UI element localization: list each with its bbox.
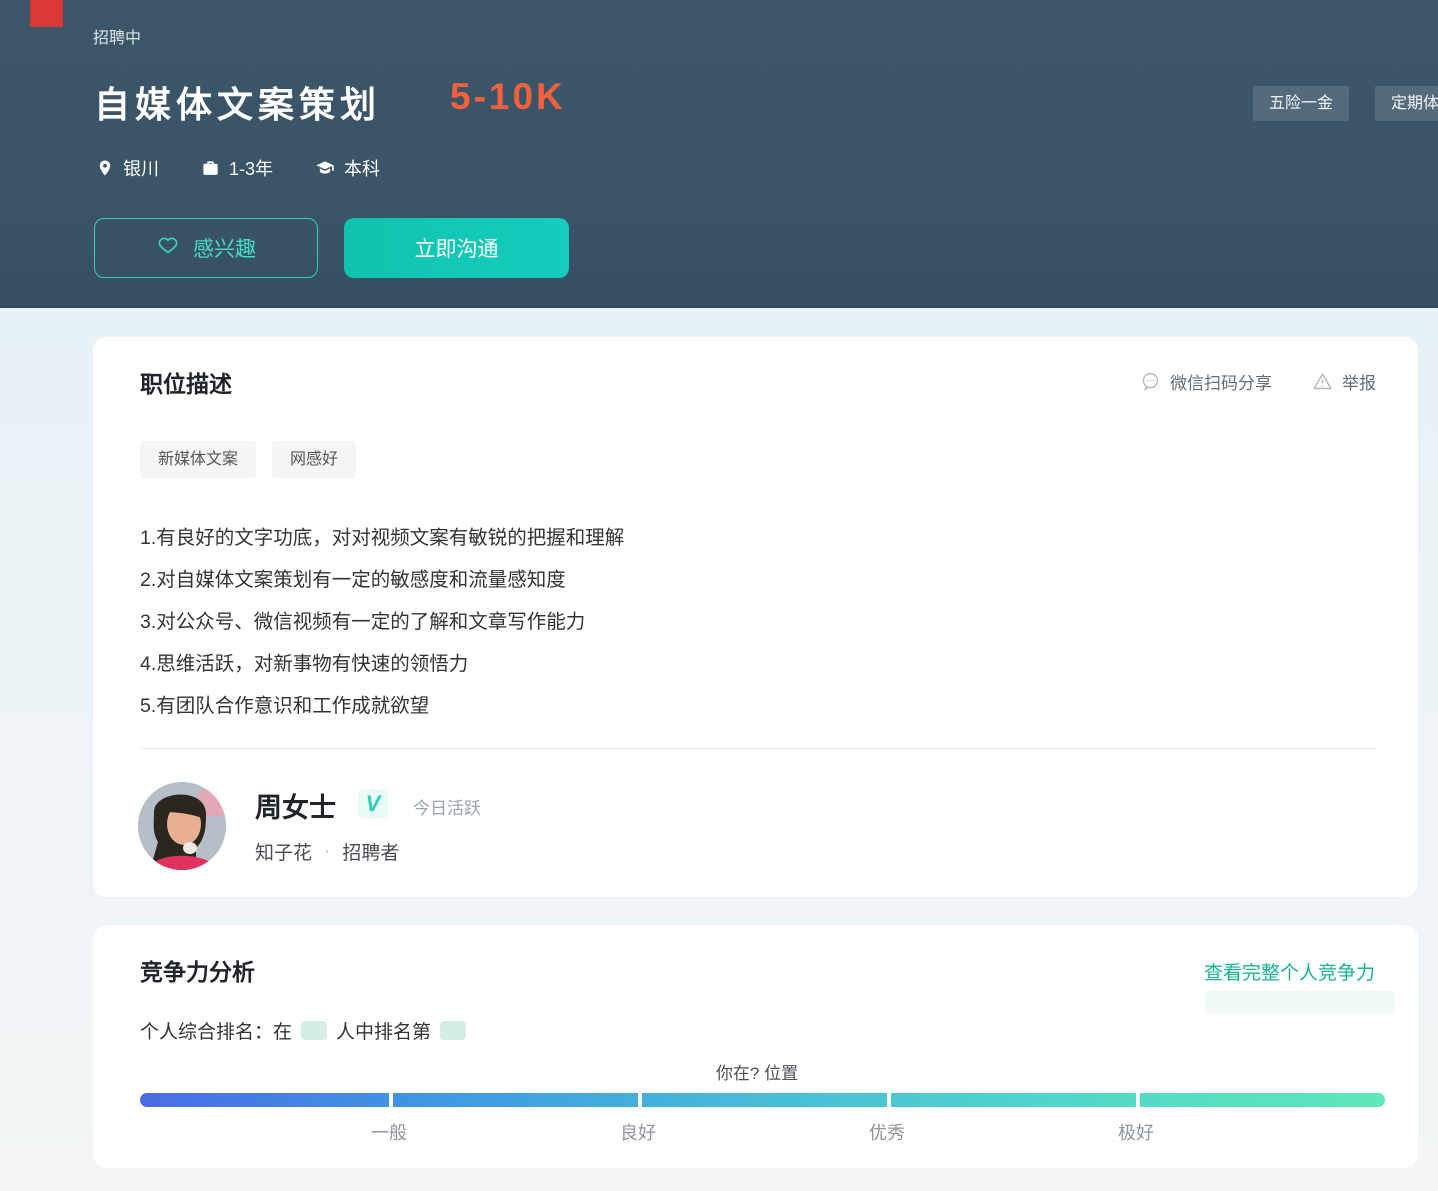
ranking-prefix: 个人综合排名：在 [140, 1017, 292, 1044]
blurred-total-value [301, 1021, 327, 1040]
scale-label: 极好 [1118, 1119, 1154, 1145]
job-description-line: 2.对自媒体文案策划有一定的敏感度和流量感知度 [140, 559, 1290, 601]
recruiter-avatar[interactable] [138, 782, 226, 870]
report-label: 举报 [1342, 369, 1376, 394]
job-description-line: 4.思维活跃，对新事物有快速的领悟力 [140, 643, 1290, 685]
job-detail-page: 招聘中 自媒体文案策划 5-10K 银川 1-3年 本科 [0, 0, 1438, 1191]
your-position-label: 你在? 位置 [716, 1059, 798, 1084]
job-meta-row: 银川 1-3年 本科 [96, 155, 380, 181]
job-description-line: 1.有良好的文字功底，对对视频文案有敏锐的把握和理解 [140, 517, 1290, 559]
education-label: 本科 [344, 155, 380, 181]
recruiter-name: 周女士 [255, 786, 336, 825]
scale-label: 良好 [620, 1119, 656, 1145]
job-skill-tags: 新媒体文案网感好 [140, 441, 356, 478]
bar-gap [638, 1093, 642, 1107]
interested-label: 感兴趣 [193, 233, 256, 263]
warning-triangle-icon [1312, 371, 1333, 392]
chat-now-button[interactable]: 立即沟通 [344, 218, 569, 278]
card-actions: 微信扫码分享 举报 [1140, 369, 1376, 394]
job-title: 自媒体文案策划 [94, 76, 381, 128]
scale-label: 优秀 [869, 1119, 905, 1145]
job-description-title: 职位描述 [140, 365, 232, 399]
bar-gap [1136, 1093, 1140, 1107]
action-buttons: 感兴趣 立即沟通 [94, 218, 569, 278]
blurred-rank-value [440, 1021, 466, 1040]
job-skill-tag: 新媒体文案 [140, 441, 256, 478]
report-button[interactable]: 举报 [1312, 369, 1376, 394]
competitiveness-scale-bar [140, 1093, 1385, 1107]
dot-separator: · [324, 841, 330, 863]
experience-label: 1-3年 [229, 155, 273, 181]
job-description-card: 职位描述 微信扫码分享 [93, 337, 1418, 897]
wechat-share-button[interactable]: 微信扫码分享 [1140, 369, 1272, 394]
ranking-middle: 人中排名第 [336, 1017, 431, 1044]
job-header: 招聘中 自媒体文案策划 5-10K 银川 1-3年 本科 [0, 0, 1438, 308]
view-full-competitiveness-link[interactable]: 查看完整个人竞争力 [1204, 958, 1375, 985]
job-description-text: 1.有良好的文字功底，对对视频文案有敏锐的把握和理解2.对自媒体文案策划有一定的… [140, 517, 1290, 727]
job-description-line: 3.对公众号、微信视频有一定的了解和文章写作能力 [140, 601, 1290, 643]
scale-label: 一般 [371, 1119, 407, 1145]
location-pin-icon [96, 158, 114, 178]
experience-item: 1-3年 [201, 155, 273, 181]
benefit-chip: 五险一金 [1253, 86, 1349, 121]
competitiveness-card: 竞争力分析 查看完整个人竞争力 个人综合排名：在 人中排名第 你在? 位置 一般… [93, 925, 1418, 1168]
heart-icon [156, 234, 180, 262]
education-item: 本科 [315, 155, 380, 181]
benefit-tags: 五险一金定期体检 [1253, 86, 1438, 121]
recruiter-subline: 知子花 · 招聘者 [255, 838, 399, 865]
bar-gap [389, 1093, 393, 1107]
faint-highlight [1205, 991, 1395, 1013]
briefcase-icon [201, 159, 220, 178]
salary-range: 5-10K [450, 76, 566, 118]
job-skill-tag: 网感好 [272, 441, 356, 478]
wechat-bubble-icon [1140, 371, 1161, 392]
recruiter-role: 招聘者 [342, 838, 399, 865]
job-description-line: 5.有团队合作意识和工作成就欲望 [140, 685, 1290, 727]
benefit-chip: 定期体检 [1375, 86, 1438, 121]
recruiter-active-status: 今日活跃 [413, 794, 481, 819]
chat-now-label: 立即沟通 [415, 233, 499, 263]
location-item: 银川 [96, 155, 159, 181]
red-corner-marker [30, 0, 63, 27]
recruiting-status: 招聘中 [93, 24, 141, 48]
wechat-share-label: 微信扫码分享 [1170, 369, 1272, 394]
company-name: 知子花 [255, 838, 312, 865]
location-label: 银川 [123, 155, 159, 181]
verified-badge-icon: V [358, 789, 388, 819]
graduation-cap-icon [315, 159, 335, 178]
ranking-line: 个人综合排名：在 人中排名第 [140, 1017, 466, 1044]
interested-button[interactable]: 感兴趣 [94, 218, 318, 278]
card-divider [140, 748, 1376, 749]
bar-gap [887, 1093, 891, 1107]
competitiveness-title: 竞争力分析 [140, 953, 255, 987]
